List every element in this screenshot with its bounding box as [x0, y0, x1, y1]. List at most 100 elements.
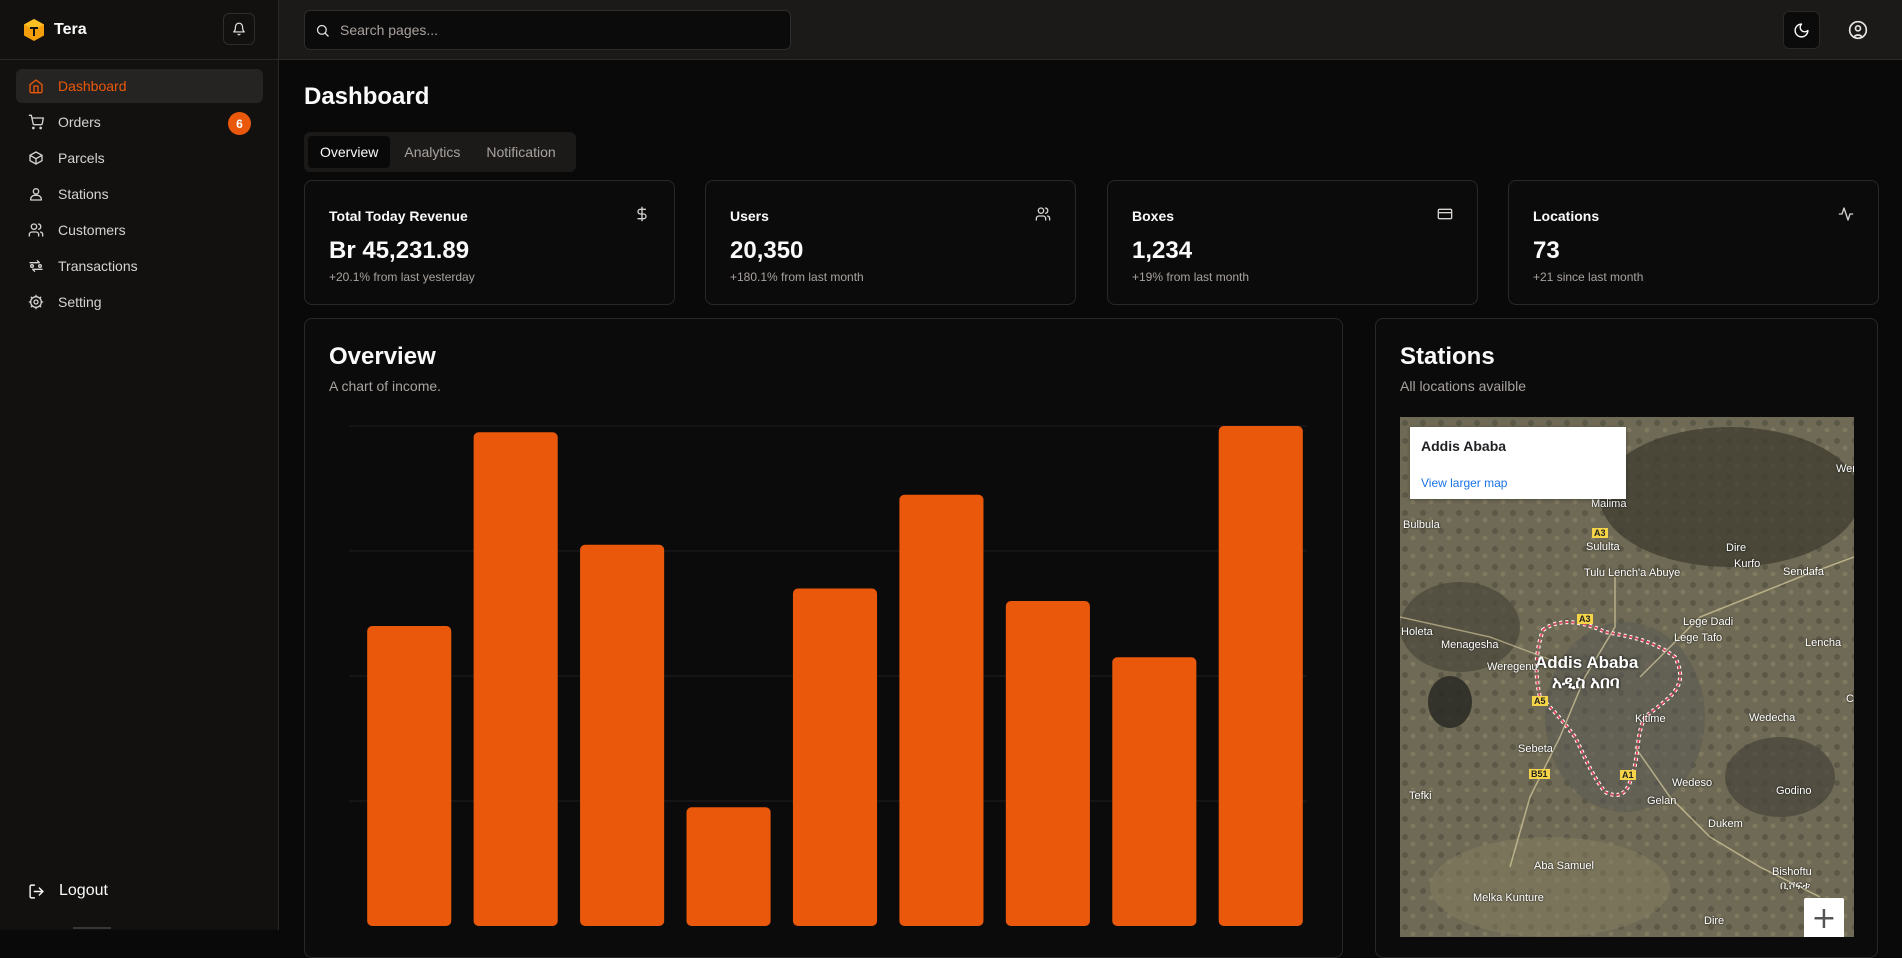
sidebar-item-customers[interactable]: Customers — [16, 213, 263, 247]
place-label: Melka Kunture — [1473, 892, 1544, 904]
card-title: Total Today Revenue — [329, 208, 468, 224]
road-sign: B51 — [1529, 769, 1550, 779]
user-circle-icon — [1848, 20, 1867, 40]
tab-overview[interactable]: Overview — [308, 136, 391, 168]
card-subtext: +21 since last month — [1533, 270, 1644, 284]
dollar-icon — [637, 206, 647, 222]
moon-icon — [1794, 22, 1809, 38]
place-label: Sebeta — [1518, 743, 1553, 755]
locations-card: Locations 73 +21 since last month — [1508, 180, 1879, 305]
tab-notification[interactable]: Notification — [474, 136, 567, 168]
search-box[interactable] — [304, 10, 791, 50]
place-label: Tulu Lench'a — [1584, 567, 1647, 579]
transaction-icon — [29, 260, 43, 272]
map-info-title: Addis Ababa — [1421, 438, 1507, 454]
card-value: 20,350 — [730, 237, 804, 264]
gear-icon — [28, 294, 44, 310]
chart-bar[interactable] — [1112, 657, 1197, 926]
sidebar: Tera Dashboard Orders 6 Parcels Stations… — [0, 0, 279, 930]
sidebar-item-transactions[interactable]: Transactions — [16, 249, 263, 283]
overview-panel: Overview A chart of income. — [304, 318, 1343, 958]
chart-bar[interactable] — [792, 588, 878, 927]
sidebar-item-setting[interactable]: Setting — [16, 285, 263, 319]
logout-button[interactable]: Logout — [28, 882, 108, 900]
place-label: Bishoftu — [1772, 866, 1812, 878]
place-label: Sendafa — [1783, 566, 1824, 578]
place-label: Weregenu — [1487, 661, 1538, 673]
orders-count-badge: 6 — [228, 112, 251, 135]
stations-subtitle: All locations availble — [1400, 378, 1527, 394]
place-label: Lege Dadi — [1683, 616, 1734, 628]
boxes-card: Boxes 1,234 +19% from last month — [1107, 180, 1478, 305]
view-larger-map-link[interactable]: View larger map — [1421, 476, 1507, 490]
chart-bar[interactable] — [899, 494, 984, 926]
road-sign: A5 — [1532, 696, 1548, 706]
sidebar-item-orders[interactable]: Orders 6 — [16, 105, 263, 139]
stations-map[interactable]: Addis Ababa አዲስ አበባ Wer Malima Bulbula S… — [1400, 417, 1854, 937]
place-label: C — [1846, 693, 1854, 705]
place-label: Lencha — [1805, 637, 1842, 649]
bell-icon — [233, 22, 245, 36]
sidebar-item-label: Transactions — [58, 258, 138, 274]
search-icon — [316, 24, 329, 37]
cart-icon — [28, 114, 44, 130]
place-label: Wedecha — [1749, 712, 1796, 724]
place-label: Lege Tafo — [1674, 632, 1723, 644]
sidebar-item-label: Customers — [58, 222, 126, 238]
sidebar-item-dashboard[interactable]: Dashboard — [16, 69, 263, 103]
search-input[interactable] — [338, 21, 782, 39]
place-label: Gelan — [1647, 795, 1677, 807]
tab-analytics[interactable]: Analytics — [392, 136, 472, 168]
logout-icon — [29, 883, 44, 899]
place-label: Menagesha — [1441, 639, 1499, 651]
chart-bar[interactable] — [473, 432, 558, 926]
page-title: Dashboard — [304, 83, 430, 110]
card-value: 73 — [1533, 237, 1560, 264]
sidebar-item-label: Setting — [58, 294, 102, 310]
sidebar-item-label: Dashboard — [58, 78, 127, 94]
place-label: Kurfo — [1734, 558, 1761, 570]
chart-bar[interactable] — [367, 626, 452, 926]
logout-label: Logout — [59, 882, 108, 899]
user-menu-button[interactable] — [1839, 11, 1876, 49]
road-sign: A1 — [1620, 770, 1636, 780]
top-header — [279, 0, 1902, 60]
card-value: Br 45,231.89 — [329, 237, 470, 264]
brand[interactable]: Tera — [22, 16, 87, 44]
place-label: Sululta — [1586, 541, 1620, 553]
sidebar-item-label: Stations — [58, 186, 109, 202]
notifications-button[interactable] — [223, 13, 255, 45]
chart-bar[interactable] — [1005, 601, 1090, 926]
city-label: Addis Ababa — [1535, 653, 1639, 672]
plus-icon: + — [1811, 900, 1837, 936]
credit-card-icon — [1437, 208, 1453, 220]
package-icon — [29, 151, 43, 165]
sidebar-item-stations[interactable]: Stations — [16, 177, 263, 211]
road-sign: A3 — [1577, 614, 1593, 624]
brand-name: Tera — [54, 21, 87, 38]
tera-logo-icon — [24, 19, 44, 41]
card-subtext: +20.1% from last yesterday — [329, 270, 475, 284]
map-zoom-in-button[interactable]: + — [1804, 898, 1844, 937]
card-subtext: +19% from last month — [1132, 270, 1250, 284]
sidebar-divider — [0, 59, 279, 60]
chart-bar[interactable] — [686, 807, 771, 926]
sidebar-item-parcels[interactable]: Parcels — [16, 141, 263, 175]
theme-toggle-button[interactable] — [1783, 11, 1820, 49]
card-title: Locations — [1533, 208, 1600, 224]
map-info-window: Addis Ababa View larger map — [1410, 427, 1626, 499]
sidebar-item-label: Parcels — [58, 150, 105, 166]
place-label: Dire — [1704, 915, 1725, 927]
income-bar-chart — [349, 425, 1307, 927]
card-value: 1,234 — [1132, 237, 1193, 264]
chart-bar[interactable] — [580, 544, 665, 926]
activity-icon — [1838, 207, 1854, 221]
chart-bar[interactable] — [1218, 426, 1303, 926]
city-label-local: አዲስ አበባ — [1552, 673, 1620, 692]
place-label: Malima — [1591, 498, 1627, 510]
place-label: Bulbula — [1403, 519, 1440, 531]
home-icon — [29, 79, 43, 94]
users-icon — [1035, 207, 1051, 221]
sidebar-scroll-indicator — [73, 927, 111, 929]
place-label: Wer — [1836, 463, 1854, 475]
